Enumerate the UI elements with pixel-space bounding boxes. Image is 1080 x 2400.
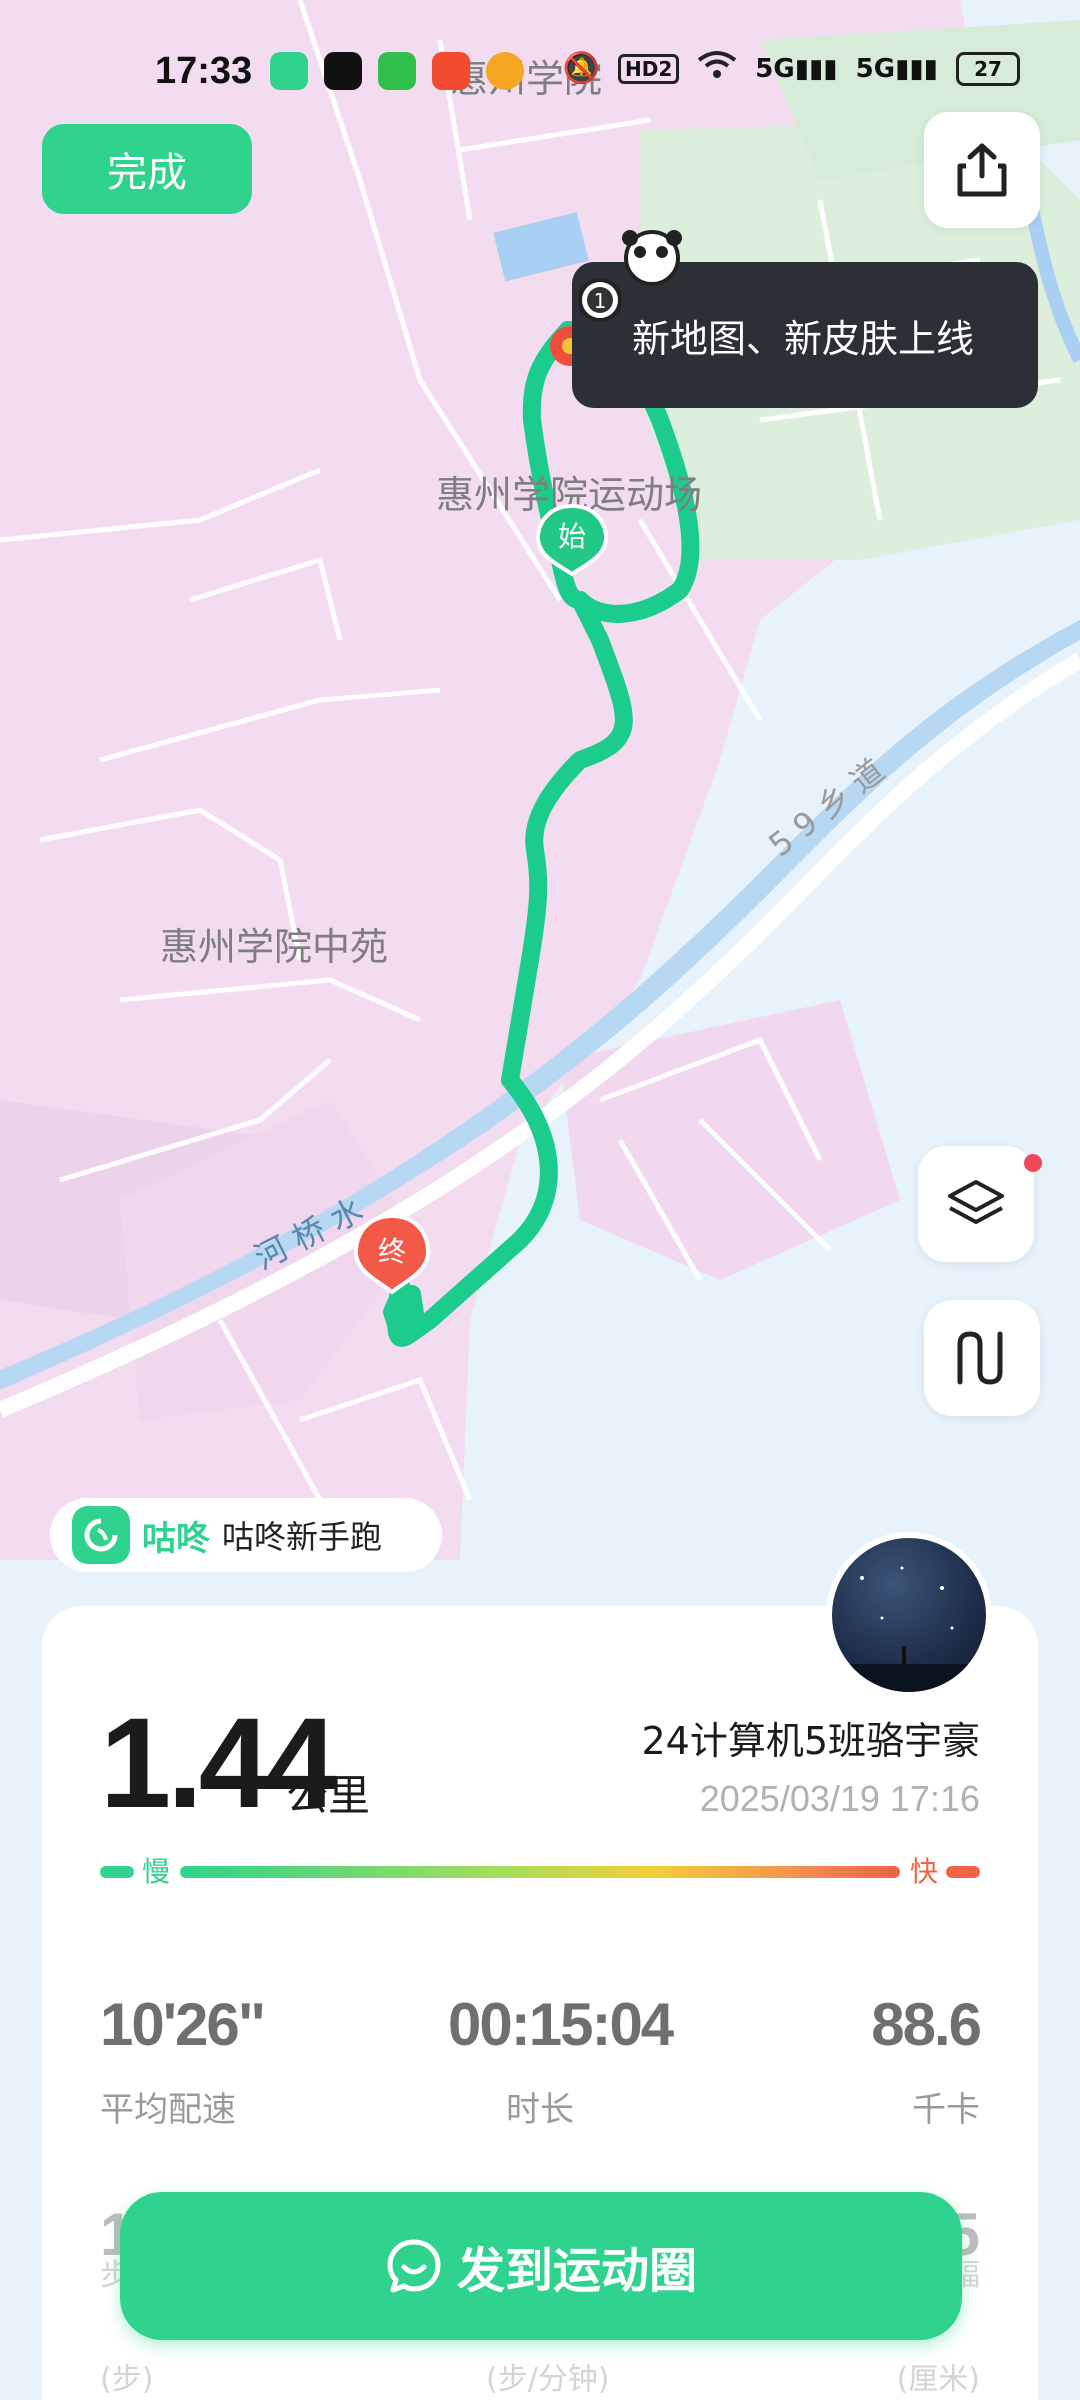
iqiyi-app-icon [378,52,416,90]
stride-unit-partial: (厘米) [896,2362,980,2397]
codoon-app-icon [270,52,308,90]
video-app-icon [432,52,470,90]
pace-legend: 慢 快 [100,1850,980,1892]
chat-bubble-icon [387,2239,441,2293]
mute-icon: 🔕 [562,51,600,86]
route-wave-icon [957,1331,1003,1385]
avg-pace-label: 平均配速 [100,2090,236,2130]
share-button[interactable] [924,112,1040,228]
signal-5g-label-1: 5G [755,53,795,84]
mascot-icons: 1 [578,230,682,322]
misc-app-icon [486,52,524,90]
brand-name: 咕咚 [142,1518,210,1559]
start-marker-label: 始 [558,520,586,553]
pace-cap-fast [946,1866,980,1878]
tooltip-badge: 1 [594,289,607,313]
tiktok-app-icon [324,52,362,90]
calories-label: 千卡 [912,2090,980,2130]
distance-unit: 公里 [286,1771,371,1820]
brand-subtitle: 咕咚新手跑 [222,1518,383,1556]
codoon-logo-icon [72,1506,130,1564]
map-label-middle-court: 惠州学院中苑 [160,925,388,969]
duration-value: 00:15:04 [448,1991,674,2058]
hd-badge: HD2 [617,53,680,84]
notification-dot [1024,1154,1042,1172]
pace-cap-slow [100,1866,134,1878]
post-to-feed-button[interactable]: 发到运动圈 [120,2192,962,2340]
brand-chip: 咕咚 咕咚新手跑 [50,1498,442,1572]
signal-5g-label-2: 5G [855,53,896,84]
cadence-unit-partial: (步/分钟) [486,2362,610,2397]
duration-label: 时长 [506,2090,574,2130]
signal-5g-icon-2: 5G▮▮▮ [855,53,938,84]
done-button[interactable]: 完成 [42,124,252,214]
calories-value: 88.6 [871,1991,982,2058]
user-name: 24计算机5班骆宇豪 [641,1719,980,1763]
pace-fast-label: 快 [909,1855,938,1888]
pace-gradient-bar [180,1866,900,1878]
battery-icon: 27 [956,51,1020,86]
status-bar: 17:33 🔕 HD2 5G▮▮▮ 5G▮▮▮ 27 [0,40,1080,110]
share-icon [957,143,1007,197]
status-app-icons [270,52,524,90]
signal-5g-icon-1: 5G▮▮▮ [755,53,838,84]
layers-icon [948,1180,1004,1224]
end-marker-label: 终 [378,1235,406,1268]
status-time: 17:33 [155,50,253,92]
run-date: 2025/03/19 17:16 [699,1778,980,1819]
layers-button[interactable] [918,1146,1042,1262]
status-indicators: 🔕 HD2 5G▮▮▮ 5G▮▮▮ 27 [563,50,1020,87]
wifi-icon [697,50,737,87]
avatar[interactable] [826,1532,992,1698]
route-style-button[interactable] [924,1300,1040,1416]
pace-slow-label: 慢 [142,1855,171,1888]
avatar-stars-icon [832,1566,986,1692]
steps-unit-partial: (步) [100,2362,154,2397]
avg-pace-value: 10'26" [100,1991,266,2058]
post-button-label: 发到运动圈 [456,2243,697,2299]
